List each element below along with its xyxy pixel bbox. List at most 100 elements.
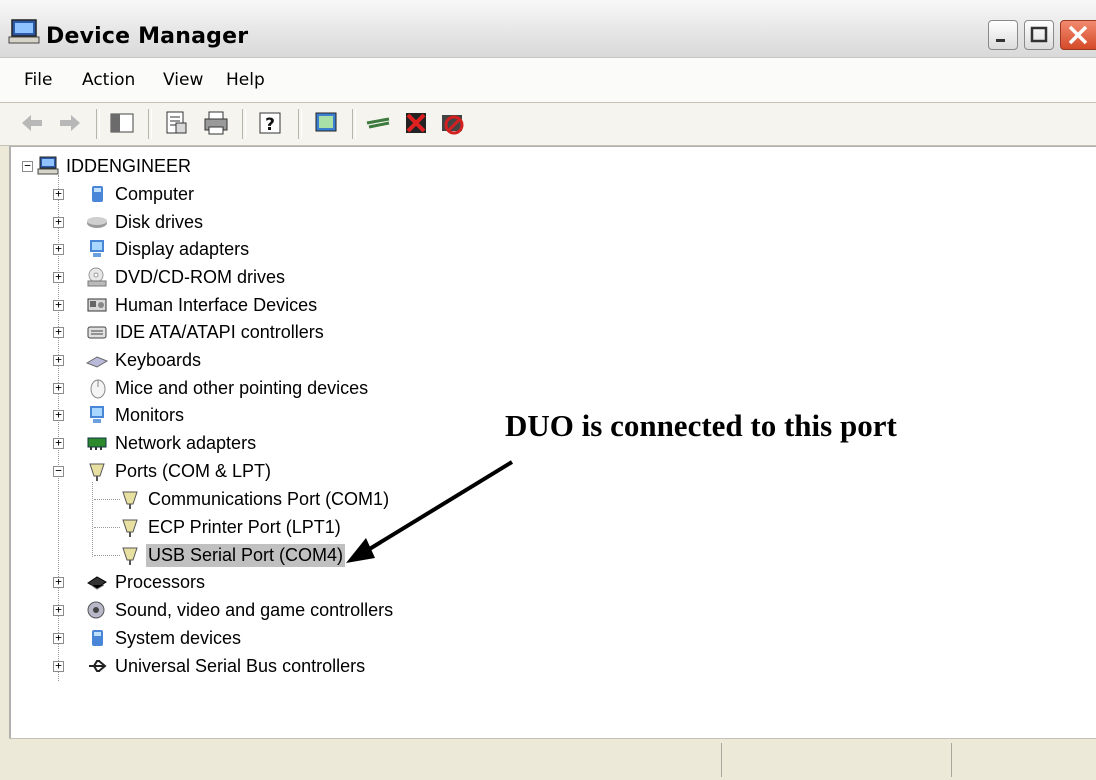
port-label-selected: USB Serial Port (COM4) bbox=[146, 543, 346, 567]
minimize-icon bbox=[996, 39, 1005, 42]
category-ide[interactable]: IDE ATA/ATAPI controllers bbox=[86, 319, 326, 345]
category-label: Processors bbox=[115, 571, 206, 592]
port-icon bbox=[89, 463, 105, 481]
expand-toggle[interactable]: + bbox=[53, 188, 64, 200]
expand-toggle[interactable]: + bbox=[53, 243, 64, 255]
category-dvd-cd-rom[interactable]: DVD/CD-ROM drives bbox=[86, 264, 287, 290]
window-title: Device Manager bbox=[46, 24, 249, 49]
disable-device-icon[interactable] bbox=[438, 109, 466, 137]
toolbar-separator bbox=[148, 109, 152, 139]
computer-icon bbox=[92, 630, 103, 646]
expand-toggle[interactable]: + bbox=[53, 409, 64, 421]
category-label: Ports (COM & LPT) bbox=[115, 460, 272, 481]
category-mice[interactable]: Mice and other pointing devices bbox=[86, 375, 370, 401]
svg-text:?: ? bbox=[265, 115, 275, 135]
toolbar-separator bbox=[242, 109, 246, 139]
annotation-text: DUO is connected to this port bbox=[505, 408, 897, 443]
category-label: Sound, video and game controllers bbox=[115, 599, 394, 620]
device-manager-window: Device Manager File Action View Help ? −… bbox=[0, 0, 1096, 780]
category-usb[interactable]: Universal Serial Bus controllers bbox=[86, 653, 367, 679]
category-label: Universal Serial Bus controllers bbox=[115, 655, 366, 676]
port-com4[interactable]: USB Serial Port (COM4) bbox=[119, 542, 346, 568]
category-label: Computer bbox=[115, 183, 195, 204]
computer-icon bbox=[37, 156, 59, 175]
category-sound[interactable]: Sound, video and game controllers bbox=[86, 597, 395, 623]
category-label: Display adapters bbox=[115, 238, 250, 259]
expand-toggle[interactable]: + bbox=[53, 354, 64, 366]
category-network[interactable]: Network adapters bbox=[86, 430, 258, 456]
title-bar[interactable]: Device Manager bbox=[0, 0, 1096, 58]
processor-icon bbox=[87, 576, 107, 590]
category-keyboards[interactable]: Keyboards bbox=[86, 347, 203, 373]
keyboard-icon bbox=[86, 356, 108, 368]
port-label: ECP Printer Port (LPT1) bbox=[148, 516, 341, 537]
print-icon[interactable] bbox=[202, 109, 230, 137]
expand-toggle[interactable]: + bbox=[53, 576, 64, 588]
hid-icon bbox=[87, 298, 107, 312]
menu-file[interactable]: File bbox=[24, 70, 52, 90]
menu-bar: File Action View Help bbox=[0, 58, 1096, 103]
category-label: System devices bbox=[115, 627, 242, 648]
back-arrow-icon[interactable] bbox=[18, 109, 46, 137]
category-disk-drives[interactable]: Disk drives bbox=[86, 209, 205, 235]
help-icon[interactable]: ? bbox=[256, 109, 284, 137]
close-icon bbox=[1068, 25, 1088, 45]
category-hid[interactable]: Human Interface Devices bbox=[86, 292, 319, 318]
collapse-toggle[interactable]: − bbox=[22, 160, 33, 172]
tree-root-label: IDDENGINEER bbox=[66, 155, 192, 176]
category-label: Monitors bbox=[115, 404, 185, 425]
expand-toggle[interactable]: + bbox=[53, 216, 64, 228]
category-processors[interactable]: Processors bbox=[86, 569, 207, 595]
usb-icon bbox=[89, 660, 107, 672]
expand-toggle[interactable]: + bbox=[53, 632, 64, 644]
tree-connector bbox=[94, 527, 120, 528]
expand-toggle[interactable]: + bbox=[53, 271, 64, 283]
expand-toggle[interactable]: + bbox=[53, 299, 64, 311]
port-icon bbox=[122, 547, 138, 565]
close-button[interactable] bbox=[1060, 20, 1096, 50]
menu-help[interactable]: Help bbox=[226, 70, 265, 90]
category-ports[interactable]: Ports (COM & LPT) bbox=[86, 458, 273, 484]
computer-icon bbox=[8, 19, 40, 44]
status-divider bbox=[721, 743, 722, 777]
maximize-button[interactable] bbox=[1024, 20, 1054, 50]
menu-view[interactable]: View bbox=[163, 70, 203, 90]
expand-toggle[interactable]: + bbox=[53, 437, 64, 449]
monitor-icon bbox=[90, 406, 104, 423]
port-lpt1[interactable]: ECP Printer Port (LPT1) bbox=[119, 514, 343, 540]
show-hide-console-tree-icon[interactable] bbox=[108, 109, 136, 137]
category-computer[interactable]: Computer bbox=[86, 181, 196, 207]
tree-connector bbox=[94, 555, 120, 556]
port-icon bbox=[122, 519, 138, 537]
expand-toggle[interactable]: + bbox=[53, 604, 64, 616]
expand-toggle[interactable]: + bbox=[53, 326, 64, 338]
sound-icon bbox=[87, 601, 105, 619]
category-label: Mice and other pointing devices bbox=[115, 377, 369, 398]
category-label: Disk drives bbox=[115, 211, 204, 232]
collapse-toggle[interactable]: − bbox=[53, 465, 64, 477]
minimize-button[interactable] bbox=[988, 20, 1018, 50]
category-monitors[interactable]: Monitors bbox=[86, 402, 186, 428]
toolbar-separator bbox=[96, 109, 100, 139]
menu-action[interactable]: Action bbox=[82, 70, 135, 90]
category-display-adapters[interactable]: Display adapters bbox=[86, 236, 251, 262]
uninstall-icon[interactable] bbox=[402, 109, 430, 137]
tree-connector bbox=[92, 482, 93, 557]
status-bar bbox=[9, 738, 1096, 780]
category-label: IDE ATA/ATAPI controllers bbox=[115, 321, 324, 342]
update-driver-icon[interactable] bbox=[364, 109, 392, 137]
category-label: DVD/CD-ROM drives bbox=[115, 266, 286, 287]
forward-arrow-icon[interactable] bbox=[56, 109, 84, 137]
scan-hardware-icon[interactable] bbox=[312, 109, 340, 137]
category-label: Human Interface Devices bbox=[115, 294, 318, 315]
expand-toggle[interactable]: + bbox=[53, 660, 64, 672]
tree-root[interactable]: IDDENGINEER bbox=[37, 153, 193, 179]
status-divider bbox=[951, 743, 952, 777]
toolbar-separator bbox=[298, 109, 302, 139]
port-icon bbox=[122, 491, 138, 509]
category-system[interactable]: System devices bbox=[86, 625, 243, 651]
monitor-icon bbox=[90, 240, 104, 257]
properties-icon[interactable] bbox=[162, 109, 190, 137]
expand-toggle[interactable]: + bbox=[53, 382, 64, 394]
annotation-arrow bbox=[346, 460, 514, 563]
